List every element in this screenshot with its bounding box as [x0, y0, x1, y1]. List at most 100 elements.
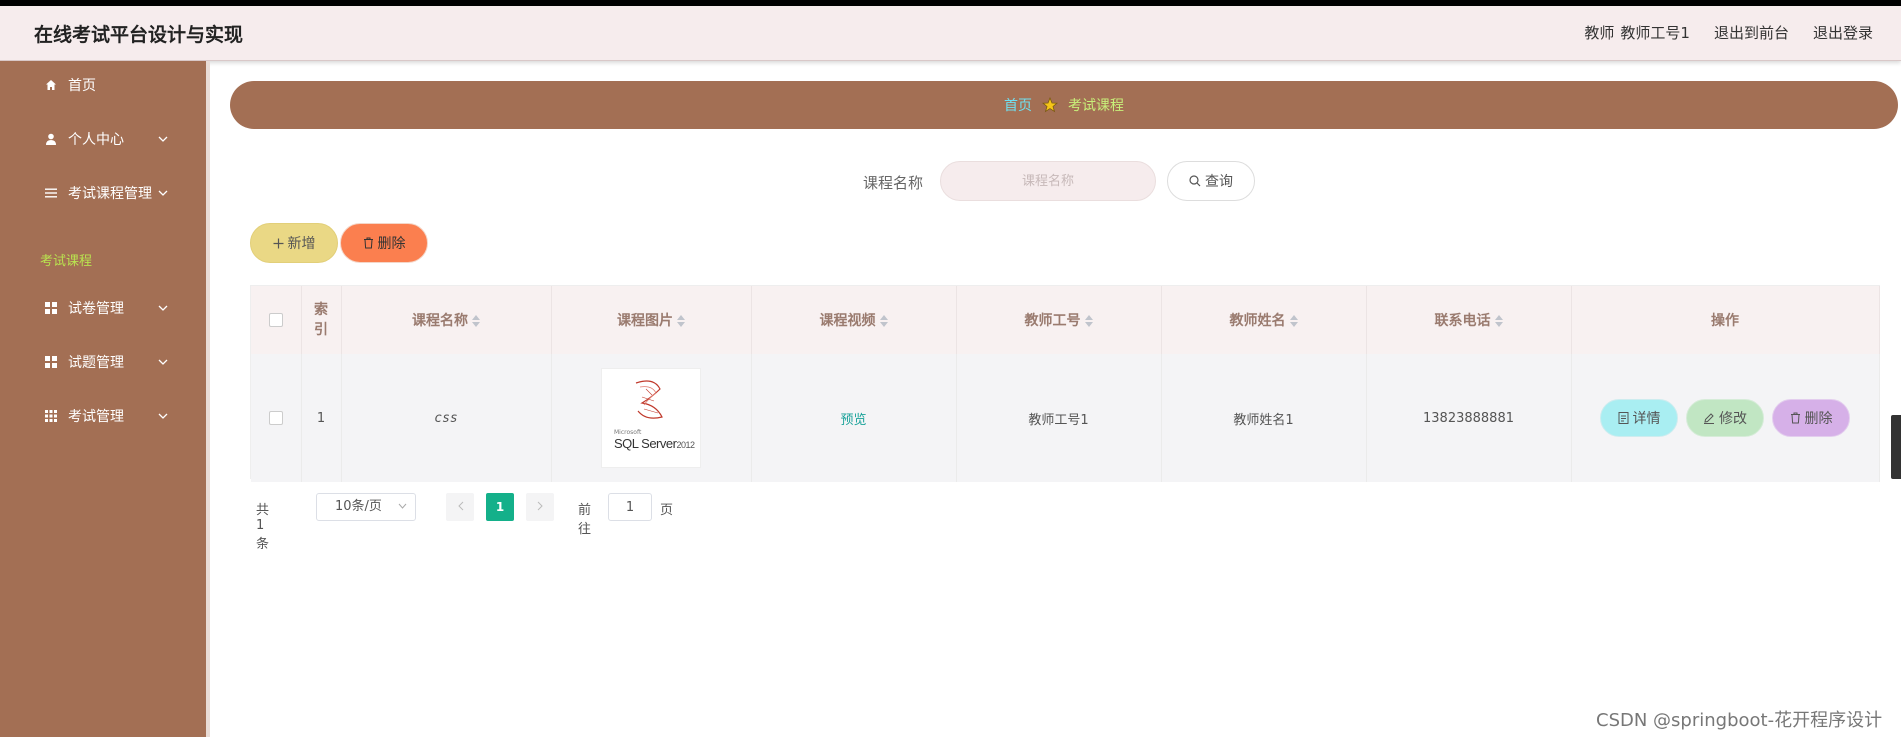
- chevron-right-icon: [537, 501, 543, 511]
- video-preview-link[interactable]: 预览: [840, 413, 866, 428]
- column-header-operations: 操作: [1571, 286, 1880, 354]
- chevron-left-icon: [457, 501, 463, 511]
- index-cell: 1: [301, 354, 342, 482]
- course-name-search-input[interactable]: [940, 161, 1156, 201]
- column-header-teacher-name[interactable]: 教师姓名: [1161, 286, 1367, 354]
- sidebar-item-personal[interactable]: 个人中心: [0, 119, 206, 159]
- column-header-phone[interactable]: 联系电话: [1366, 286, 1572, 354]
- course-table: 索引 课程名称 课程图片 课程视频 教师工号 教师姓名 联系电话 操作 1 cs…: [250, 285, 1880, 482]
- phone-cell: 13823888881: [1366, 354, 1572, 482]
- page-unit-label: 页: [660, 503, 674, 518]
- trash-icon: [1790, 412, 1800, 424]
- column-header-teacher-id[interactable]: 教师工号: [956, 286, 1162, 354]
- sidebar-subitem-course[interactable]: 考试课程: [40, 250, 92, 269]
- course-image[interactable]: Microsoft SQL Server2012: [601, 368, 701, 468]
- back-to-front-link[interactable]: 退出到前台: [1714, 22, 1789, 43]
- course-image-cell: Microsoft SQL Server2012: [551, 354, 752, 482]
- sort-icon[interactable]: [1084, 315, 1093, 327]
- sidebar-item-label: 试题管理: [68, 355, 124, 371]
- column-header-course-video[interactable]: 课程视频: [751, 286, 957, 354]
- user-icon: [44, 132, 58, 146]
- column-header-course-name[interactable]: 课程名称: [341, 286, 552, 354]
- user-name: 教师工号1: [1620, 24, 1690, 42]
- sidebar-item-exam-manage[interactable]: 考试管理: [0, 396, 206, 436]
- query-button-label: 查询: [1205, 174, 1233, 190]
- table-row: 1 css Microsoft SQL Server2012 预览 教师工号1 …: [251, 354, 1880, 482]
- sql-server-logo-icon: [635, 380, 663, 419]
- sidebar: 首页 个人中心 考试课程管理 考试课程 试卷管理 试题管理 考试管理: [0, 61, 210, 737]
- star-icon: [1042, 97, 1058, 113]
- grid-icon: [44, 355, 58, 369]
- select-all-cell: [251, 286, 302, 354]
- side-scroll-handle[interactable]: [1891, 415, 1901, 479]
- header-nav: 教师 教师工号1 退出到前台 退出登录: [1584, 22, 1873, 43]
- sidebar-item-question-manage[interactable]: 试题管理: [0, 342, 206, 382]
- select-all-checkbox[interactable]: [268, 313, 283, 327]
- column-header-index: 索引: [301, 286, 342, 354]
- sidebar-item-home[interactable]: 首页: [0, 65, 206, 105]
- search-icon: [1189, 175, 1201, 187]
- sort-icon[interactable]: [1289, 315, 1298, 327]
- trash-icon: [363, 237, 373, 249]
- breadcrumb-home-link[interactable]: 首页: [1004, 95, 1032, 115]
- column-header-course-image[interactable]: 课程图片: [551, 286, 752, 354]
- chevron-down-icon: [158, 411, 168, 422]
- watermark: CSDN @springboot-花开程序设计: [1596, 710, 1883, 731]
- page-size-select[interactable]: 10条/页: [316, 493, 416, 521]
- goto-page-input[interactable]: [608, 493, 652, 521]
- sidebar-item-label: 首页: [68, 78, 96, 94]
- document-icon: [1618, 412, 1628, 424]
- query-button[interactable]: 查询: [1167, 161, 1255, 201]
- add-button-label: 新增: [287, 236, 316, 252]
- home-icon: [44, 78, 58, 92]
- batch-delete-button[interactable]: 删除: [340, 223, 428, 263]
- user-role: 教师: [1584, 24, 1615, 42]
- pagination-total: 共 1 条: [256, 503, 270, 552]
- list-icon: [44, 186, 58, 200]
- search-bar: 课程名称 查询: [210, 161, 1901, 201]
- prev-page-button[interactable]: [446, 493, 474, 521]
- batch-delete-button-label: 删除: [377, 236, 406, 252]
- course-name-cell: css: [341, 354, 552, 482]
- table-header-row: 索引 课程名称 课程图片 课程视频 教师工号 教师姓名 联系电话 操作: [251, 286, 1880, 354]
- grid9-icon: [44, 409, 58, 423]
- sort-icon[interactable]: [879, 315, 888, 327]
- delete-button[interactable]: 删除: [1772, 399, 1850, 437]
- chevron-down-icon: [158, 357, 168, 368]
- breadcrumb: 首页 考试课程: [230, 81, 1898, 129]
- app-title: 在线考试平台设计与实现: [34, 24, 244, 46]
- edit-button[interactable]: 修改: [1686, 399, 1764, 437]
- sidebar-item-paper-manage[interactable]: 试卷管理: [0, 288, 206, 328]
- row-checkbox[interactable]: [268, 411, 283, 425]
- chevron-down-icon: [158, 134, 168, 145]
- sort-icon[interactable]: [472, 315, 480, 327]
- image-caption-sub: Microsoft: [614, 429, 642, 436]
- main-content: 首页 考试课程 课程名称 查询 新增 删除: [210, 61, 1901, 737]
- top-header: 在线考试平台设计与实现 教师 教师工号1 退出到前台 退出登录: [0, 6, 1901, 61]
- search-label: 课程名称: [863, 174, 924, 192]
- teacher-id-cell: 教师工号1: [956, 354, 1162, 482]
- breadcrumb-current: 考试课程: [1068, 98, 1124, 114]
- sidebar-item-label: 试卷管理: [68, 301, 124, 317]
- course-video-cell: 预览: [751, 354, 957, 482]
- sidebar-item-label: 考试课程管理: [68, 186, 152, 202]
- operations-cell: 详情 修改 删除: [1571, 354, 1880, 482]
- page-number-current[interactable]: 1: [486, 493, 514, 521]
- chevron-down-icon: [158, 188, 168, 199]
- detail-button[interactable]: 详情: [1600, 399, 1678, 437]
- chevron-down-icon: [158, 303, 168, 314]
- sort-icon[interactable]: [1494, 315, 1503, 327]
- sidebar-item-label: 个人中心: [68, 132, 124, 148]
- logout-link[interactable]: 退出登录: [1813, 22, 1873, 43]
- teacher-name-cell: 教师姓名1: [1161, 354, 1367, 482]
- add-button[interactable]: 新增: [250, 223, 338, 263]
- chevron-down-icon: [398, 494, 407, 520]
- grid-icon: [44, 301, 58, 315]
- edit-icon: [1704, 413, 1714, 424]
- sidebar-item-course-manage[interactable]: 考试课程管理: [0, 173, 206, 213]
- sidebar-item-label: 考试管理: [68, 409, 124, 425]
- next-page-button[interactable]: [526, 493, 554, 521]
- goto-label: 前往: [578, 503, 592, 537]
- image-caption-main: SQL Server2012: [614, 436, 695, 451]
- sort-icon[interactable]: [677, 315, 685, 327]
